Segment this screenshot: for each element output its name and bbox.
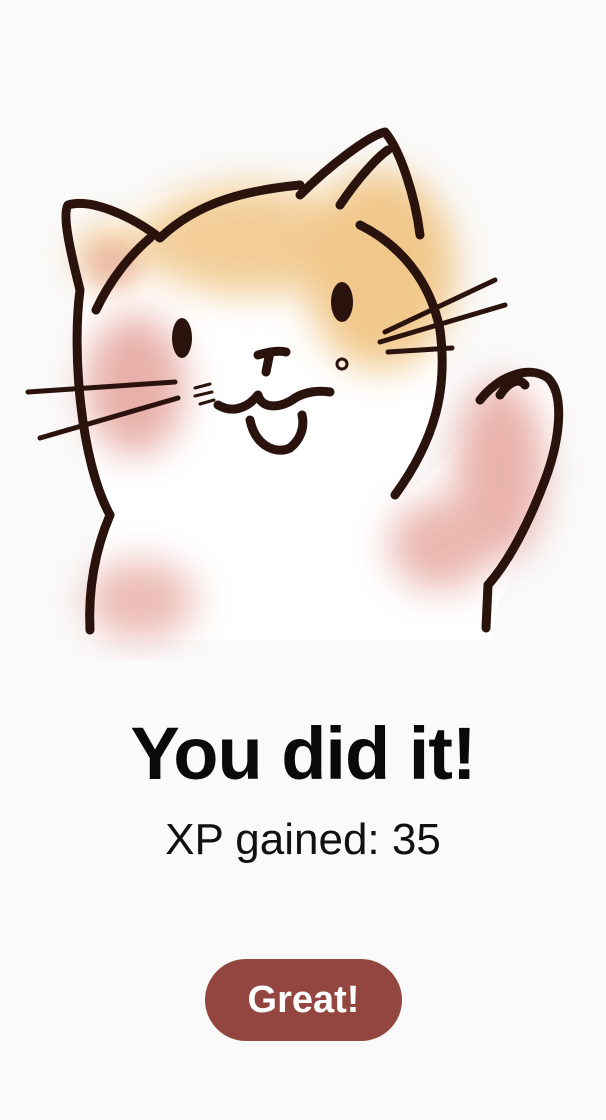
waving-cat-illustration <box>0 100 606 660</box>
success-title: You did it! <box>130 712 476 795</box>
waving-cat-icon <box>25 127 564 640</box>
xp-gained-text: XP gained: 35 <box>165 815 441 864</box>
great-button[interactable]: Great! <box>205 959 402 1041</box>
